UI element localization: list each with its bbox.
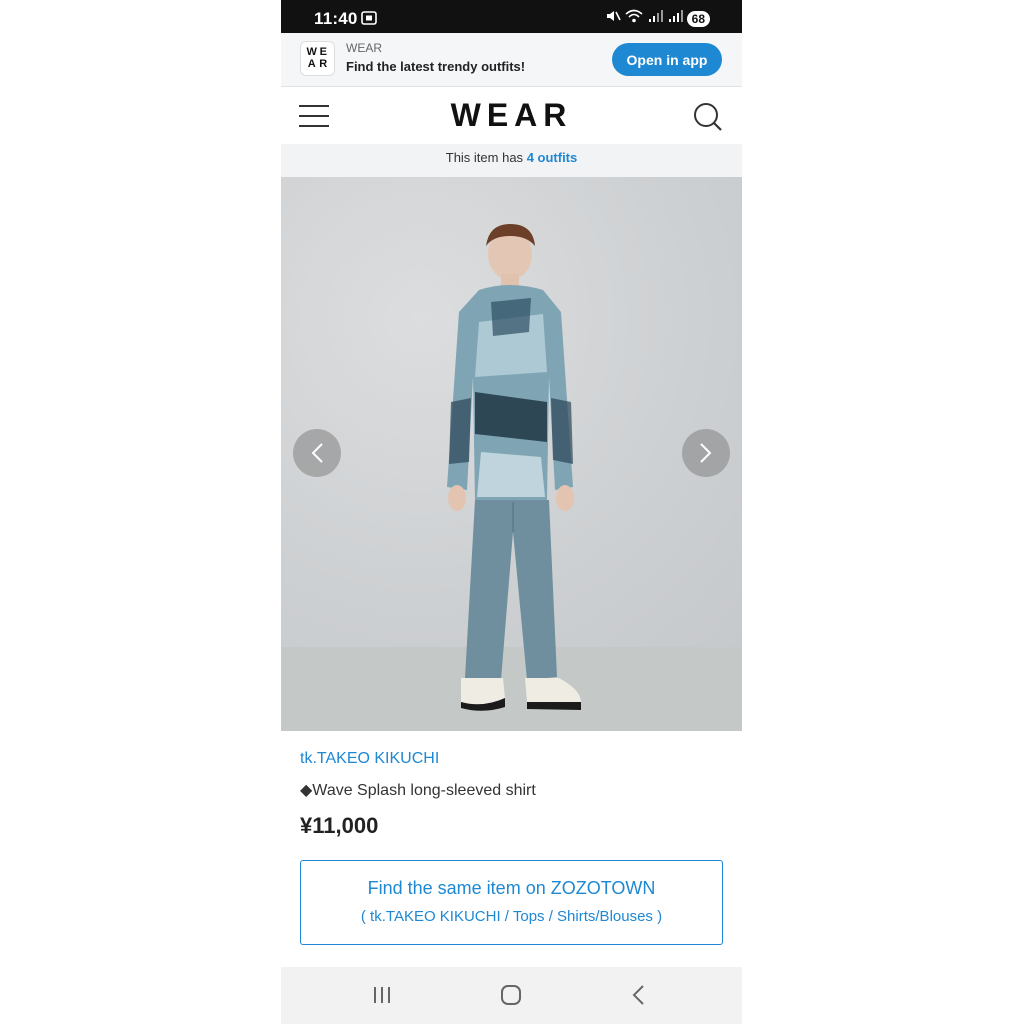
chevron-right-icon <box>700 443 712 463</box>
battery-indicator: 68 <box>686 10 710 27</box>
signal-icon <box>647 9 663 28</box>
brand-link[interactable]: tk.TAKEO KIKUCHI <box>300 750 439 768</box>
search-icon[interactable] <box>693 102 723 137</box>
product-image-carousel[interactable] <box>281 177 742 731</box>
status-bar: 11:40 68 <box>281 0 742 33</box>
app-tagline: Find the latest trendy outfits! <box>346 59 526 74</box>
mute-icon <box>605 9 621 28</box>
zozotown-link-button[interactable]: Find the same item on ZOZOTOWN ( tk.TAKE… <box>300 860 723 945</box>
zozotown-link-category: ( tk.TAKEO KIKUCHI / Tops / Shirts/Blous… <box>360 908 663 925</box>
app-name: WEAR <box>346 41 382 55</box>
carousel-prev-button[interactable] <box>293 429 341 477</box>
product-name: ◆Wave Splash long-sleeved shirt <box>300 782 536 799</box>
wear-app-logo: W E A R <box>300 41 335 76</box>
phone-screen: 11:40 68 W E A R WEAR Find the latest tr… <box>281 0 742 1024</box>
wifi-icon <box>625 9 643 28</box>
back-icon[interactable] <box>630 982 648 1013</box>
recent-apps-icon[interactable] <box>371 982 393 1013</box>
status-icons: 68 <box>605 9 710 28</box>
open-in-app-button[interactable]: Open in app <box>612 43 722 76</box>
zozotown-link-title: Find the same item on ZOZOTOWN <box>367 878 656 898</box>
product-price: ¥11,000 <box>300 813 379 838</box>
app-install-banner: W E A R WEAR Find the latest trendy outf… <box>281 33 742 87</box>
wear-logo[interactable]: WEAR <box>281 97 742 134</box>
chevron-left-icon <box>311 443 323 463</box>
signal-icon-2 <box>667 9 683 28</box>
outfit-count-link[interactable]: 4 outfits <box>527 150 578 165</box>
status-time: 11:40 <box>314 9 358 28</box>
android-nav-bar <box>281 967 742 1024</box>
site-header: WEAR <box>281 88 742 144</box>
carousel-next-button[interactable] <box>682 429 730 477</box>
product-photo <box>447 224 581 711</box>
outfit-count-prefix: This item has <box>445 150 524 165</box>
home-icon[interactable] <box>499 982 523 1013</box>
outfit-count-bar: This item has 4 outfits <box>281 144 742 177</box>
screen-record-icon <box>361 11 377 30</box>
